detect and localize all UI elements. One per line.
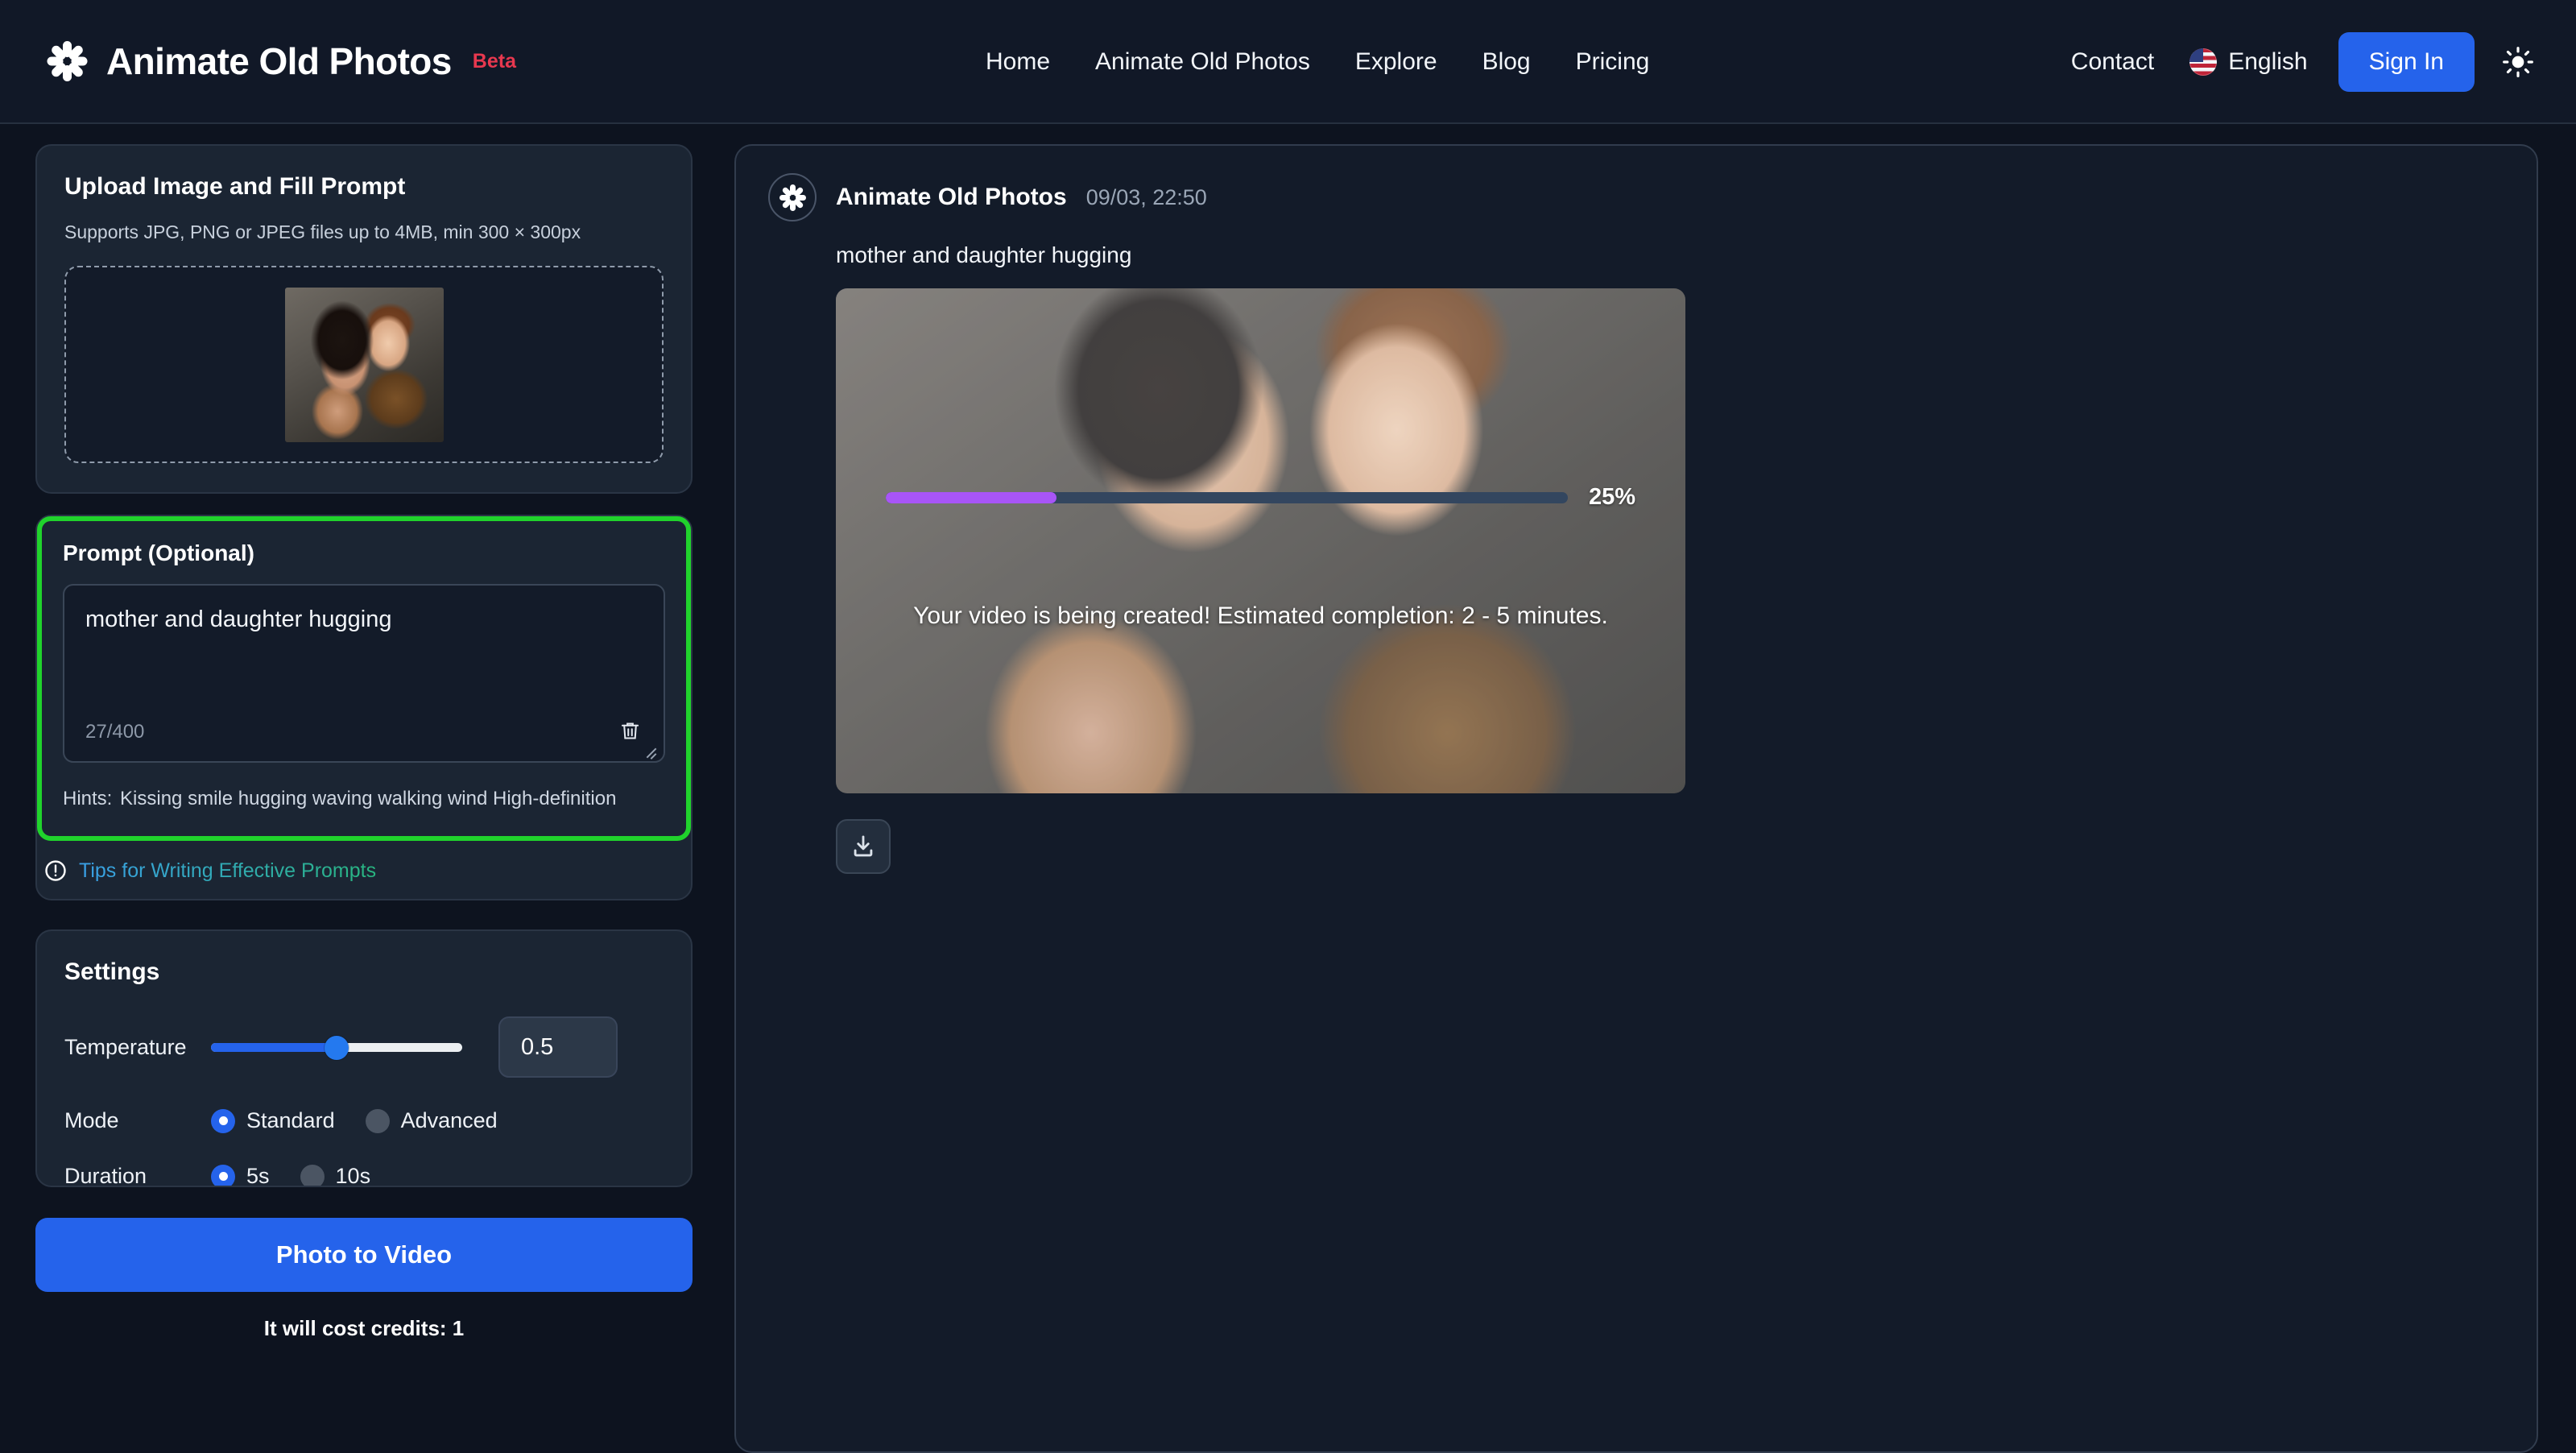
prompt-char-counter: 27/400 [85,721,145,743]
generation-status-text: Your video is being created! Estimated c… [913,602,1608,629]
clear-prompt-button[interactable] [619,719,641,745]
video-preview[interactable]: 25% Your video is being created! Estimat… [836,288,1685,793]
upload-card-title: Upload Image and Fill Prompt [64,173,406,200]
temperature-label: Temperature [64,1034,187,1059]
nav-item-home[interactable]: Home [963,48,1073,76]
hint-high-definition[interactable]: High-definition [493,788,616,809]
hint-kissing[interactable]: Kissing [120,788,182,809]
temperature-row: Temperature 0.5 [64,1016,664,1078]
beta-badge: Beta [472,49,516,72]
upload-card: Upload Image and Fill Prompt Supports JP… [35,144,693,494]
result-message-header: Animate Old Photos 09/03, 22:50 [768,173,2504,221]
mode-option-standard[interactable]: Standard [211,1108,335,1133]
sign-in-button[interactable]: Sign In [2338,32,2475,92]
duration-10s-label: 10s [335,1164,371,1188]
radio-standard[interactable] [211,1108,235,1133]
radio-5s[interactable] [211,1164,235,1186]
brand-title: Animate Old Photos [106,40,452,82]
avatar [768,173,817,221]
textarea-resize-handle[interactable] [643,743,660,759]
mode-advanced-label: Advanced [400,1108,498,1133]
page-body: Upload Image and Fill Prompt Supports JP… [0,124,2576,1453]
mode-row: Mode Standard Advanced [64,1108,664,1133]
editor-column: Upload Image and Fill Prompt Supports JP… [35,144,693,1341]
site-header: Animate Old Photos Beta Home Animate Old… [0,0,2576,124]
progress-bar [886,491,1568,503]
prompt-highlight-region: Prompt (Optional) mother and daughter hu… [37,516,691,842]
spinner-flower-icon [45,39,89,83]
prompt-textarea[interactable]: mother and daughter hugging 27/400 [63,584,665,763]
upload-card-subtitle: Supports JPG, PNG or JPEG files up to 4M… [64,221,581,242]
progress-bar-fill [886,491,1056,503]
prompt-label: Prompt (Optional) [63,540,254,565]
settings-title: Settings [64,958,160,986]
primary-nav: Home Animate Old Photos Explore Blog Pri… [963,0,1672,124]
radio-10s[interactable] [300,1164,325,1186]
hint-waving[interactable]: waving [312,788,373,809]
progress-percent-label: 25% [1588,484,1635,510]
slider-fill [211,1043,337,1053]
language-label: English [2228,48,2308,75]
credit-cost-label: It will cost credits: 1 [263,1316,465,1341]
sun-icon [2503,47,2533,77]
duration-row: Duration 5s 10s [64,1164,664,1188]
progress-overlay-veil [836,288,1685,793]
temperature-value-input[interactable]: 0.5 [498,1016,618,1078]
result-prompt-echo: mother and daughter hugging [836,242,1132,267]
nav-item-animate-old-photos[interactable]: Animate Old Photos [1073,48,1333,76]
progress-row: 25% [886,484,1635,511]
image-dropzone[interactable] [64,266,664,463]
us-flag-icon [2189,48,2218,76]
slider-thumb[interactable] [325,1036,349,1061]
hint-hugging[interactable]: hugging [238,788,307,809]
tips-row: Tips for Writing Effective Prompts [37,841,691,899]
prompt-text-value: mother and daughter hugging [85,606,392,632]
temperature-slider[interactable] [211,1033,462,1061]
spinner-flower-icon [778,183,807,212]
trash-icon [621,722,639,739]
theme-toggle-button[interactable] [2495,39,2541,85]
result-author: Animate Old Photos [836,184,1067,210]
language-selector[interactable]: English [2172,48,2325,76]
hints-label: Hints: [63,788,113,809]
duration-option-10s[interactable]: 10s [300,1164,371,1188]
mode-standard-label: Standard [246,1108,335,1133]
mode-label: Mode [64,1108,119,1133]
hint-smile[interactable]: smile [188,788,233,809]
result-panel: Animate Old Photos 09/03, 22:50 mother a… [734,144,2538,1453]
mode-option-advanced[interactable]: Advanced [365,1108,498,1133]
duration-label: Duration [64,1164,147,1188]
contact-link[interactable]: Contact [2053,48,2172,76]
brand-logo[interactable]: Animate Old Photos Beta [45,39,516,83]
nav-item-blog[interactable]: Blog [1460,48,1553,76]
download-button[interactable] [836,819,891,874]
prompt-card: Prompt (Optional) mother and daughter hu… [35,515,693,901]
photo-to-video-button[interactable]: Photo to Video [35,1218,693,1293]
download-icon [854,835,873,857]
hint-walking[interactable]: walking [378,788,442,809]
tips-link[interactable]: Tips for Writing Effective Prompts [79,859,376,883]
uploaded-image-thumbnail[interactable] [284,287,444,442]
header-actions: Contact English Sign In [2053,0,2541,124]
nav-item-pricing[interactable]: Pricing [1553,48,1673,76]
hint-wind[interactable]: wind [448,788,487,809]
duration-5s-label: 5s [246,1164,270,1188]
nav-item-explore[interactable]: Explore [1333,48,1460,76]
info-circle-icon [45,860,66,881]
duration-option-5s[interactable]: 5s [211,1164,270,1188]
prompt-hints: Hints: Kissing smile hugging waving walk… [63,784,665,813]
result-timestamp: 09/03, 22:50 [1085,184,1207,209]
settings-card: Settings Temperature 0.5 Mode Standard A… [35,929,693,1188]
radio-advanced[interactable] [365,1108,390,1133]
